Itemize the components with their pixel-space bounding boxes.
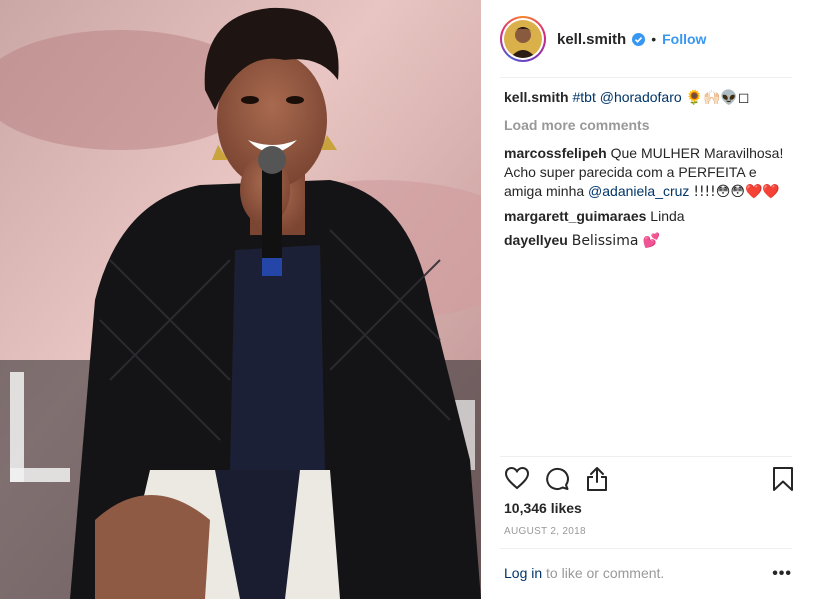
login-prompt-text: to like or comment. — [546, 565, 665, 581]
comment-icon[interactable] — [544, 466, 570, 497]
more-options-icon[interactable]: ••• — [772, 565, 792, 583]
post-header: kell.smith • Follow — [500, 14, 792, 64]
heart-icon[interactable] — [504, 466, 530, 495]
likes-count[interactable]: 10,346 likes — [504, 500, 582, 516]
footer-divider — [500, 548, 792, 549]
share-icon[interactable] — [585, 466, 609, 497]
separator-dot: • — [651, 31, 657, 47]
verified-badge-icon — [632, 32, 646, 46]
comment-text: Belissima 💕 — [571, 233, 661, 249]
login-prompt: Log in to like or comment. ••• — [504, 565, 792, 583]
bookmark-icon[interactable] — [772, 466, 794, 497]
author-username[interactable]: kell.smith — [557, 31, 626, 48]
avatar[interactable] — [500, 16, 546, 62]
post-details-panel: kell.smith • Follow kell.smith #tbt @hor… — [481, 0, 816, 599]
caption-username[interactable]: kell.smith — [504, 89, 569, 105]
actions-divider — [500, 456, 792, 457]
comment-item: dayellyeu Belissima 💕 — [504, 231, 798, 251]
comment-mention[interactable]: @adaniela_cruz — [588, 183, 689, 199]
action-bar — [504, 466, 794, 494]
comment-item: margarett_guimaraes Linda — [504, 207, 798, 226]
load-more-comments-button[interactable]: Load more comments — [504, 116, 798, 135]
caption-hashtag[interactable]: #tbt — [572, 89, 595, 105]
comment-username[interactable]: margarett_guimaraes — [504, 208, 646, 224]
post-date: AUGUST 2, 2018 — [504, 526, 586, 537]
post-photo[interactable] — [0, 0, 481, 599]
comment-text: Linda — [650, 208, 685, 224]
caption: kell.smith #tbt @horadofaro 🌻🙌🏻👽◻ — [504, 88, 798, 108]
follow-button[interactable]: Follow — [662, 31, 706, 47]
header-divider — [500, 77, 792, 78]
comment-text-after: !!!!😳😳❤️❤️ — [693, 184, 780, 200]
login-link[interactable]: Log in — [504, 565, 542, 581]
comments-section: kell.smith #tbt @horadofaro 🌻🙌🏻👽◻ Load m… — [504, 88, 798, 256]
comment-username[interactable]: dayellyeu — [504, 232, 568, 248]
comment-username[interactable]: marcossfelipeh — [504, 145, 607, 161]
caption-mention[interactable]: @horadofaro — [600, 89, 682, 105]
comment-item: marcossfelipeh Que MULHER Maravilhosa! A… — [504, 144, 798, 202]
caption-emojis: 🌻🙌🏻👽◻ — [685, 90, 750, 106]
